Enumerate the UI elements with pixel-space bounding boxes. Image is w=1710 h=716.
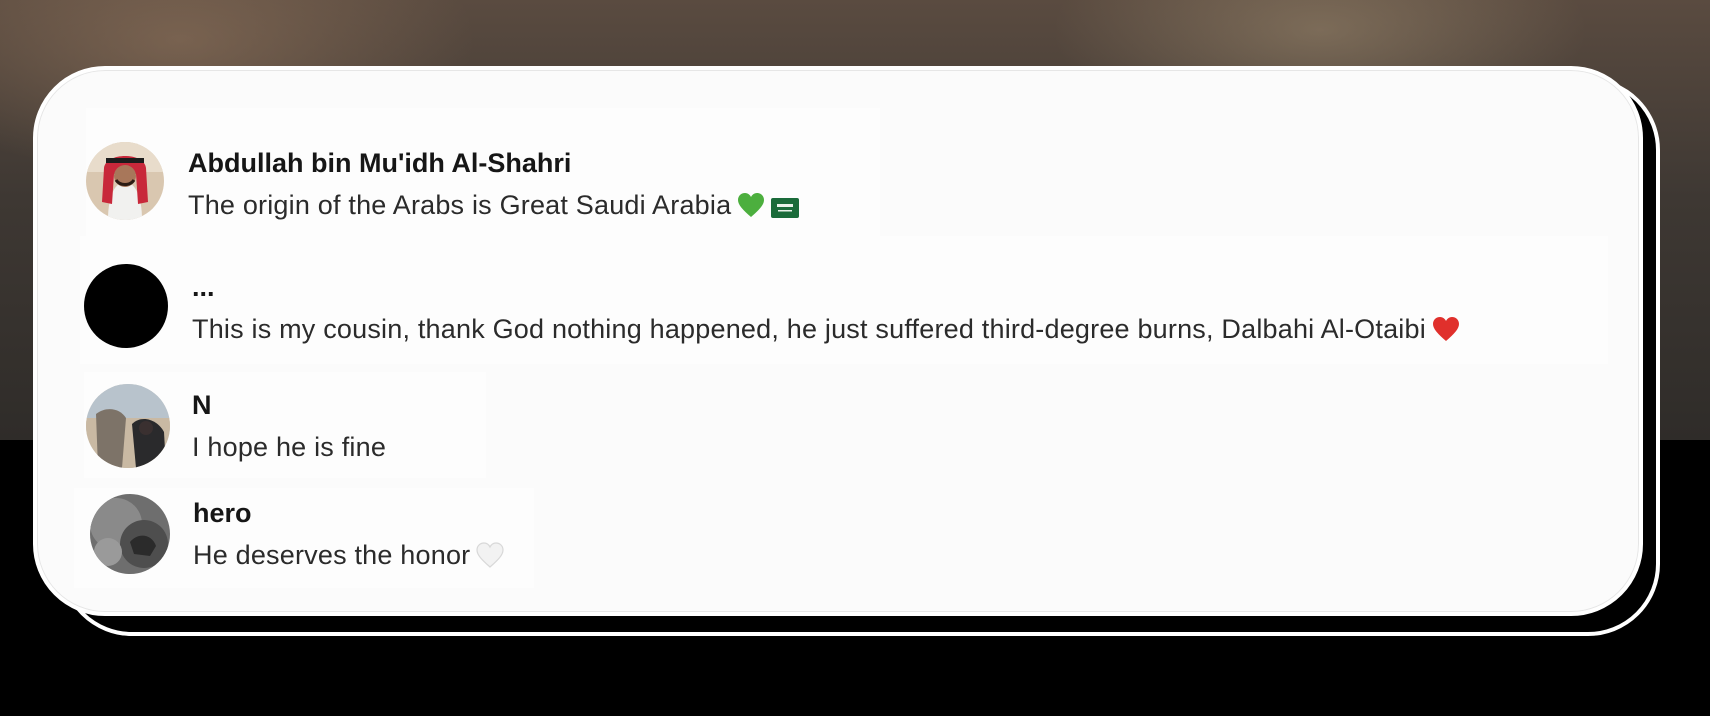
white-heart-icon: [476, 542, 504, 575]
avatar[interactable]: [84, 264, 168, 348]
comment-item: ... This is my cousin, thank God nothing…: [80, 236, 1608, 364]
comment-author[interactable]: Abdullah bin Mu'idh Al-Shahri: [188, 148, 571, 179]
comment-text: I hope he is fine: [192, 432, 386, 463]
avatar[interactable]: [86, 384, 170, 468]
comment-text: The origin of the Arabs is Great Saudi A…: [188, 190, 800, 225]
comment-body: I hope he is fine: [192, 432, 387, 462]
avatar[interactable]: [90, 494, 170, 574]
comment-author[interactable]: hero: [193, 498, 252, 529]
comment-author[interactable]: ...: [192, 272, 215, 303]
comment-item: Abdullah bin Mu'idh Al-Shahri The origin…: [86, 108, 880, 236]
comment-item: N I hope he is fine: [84, 372, 486, 478]
comment-text: This is my cousin, thank God nothing hap…: [192, 314, 1460, 349]
comment-text: He deserves the honor: [193, 540, 504, 575]
comment-item: hero He deserves the honor: [74, 488, 534, 588]
comment-body: This is my cousin, thank God nothing hap…: [192, 314, 1426, 344]
green-heart-icon: [737, 192, 765, 225]
avatar[interactable]: [86, 142, 164, 220]
comment-body: He deserves the honor: [193, 540, 471, 570]
saudi-flag-icon: [771, 194, 800, 225]
comment-body: The origin of the Arabs is Great Saudi A…: [188, 190, 732, 220]
comment-author[interactable]: N: [192, 390, 212, 421]
red-heart-icon: [1432, 316, 1460, 349]
